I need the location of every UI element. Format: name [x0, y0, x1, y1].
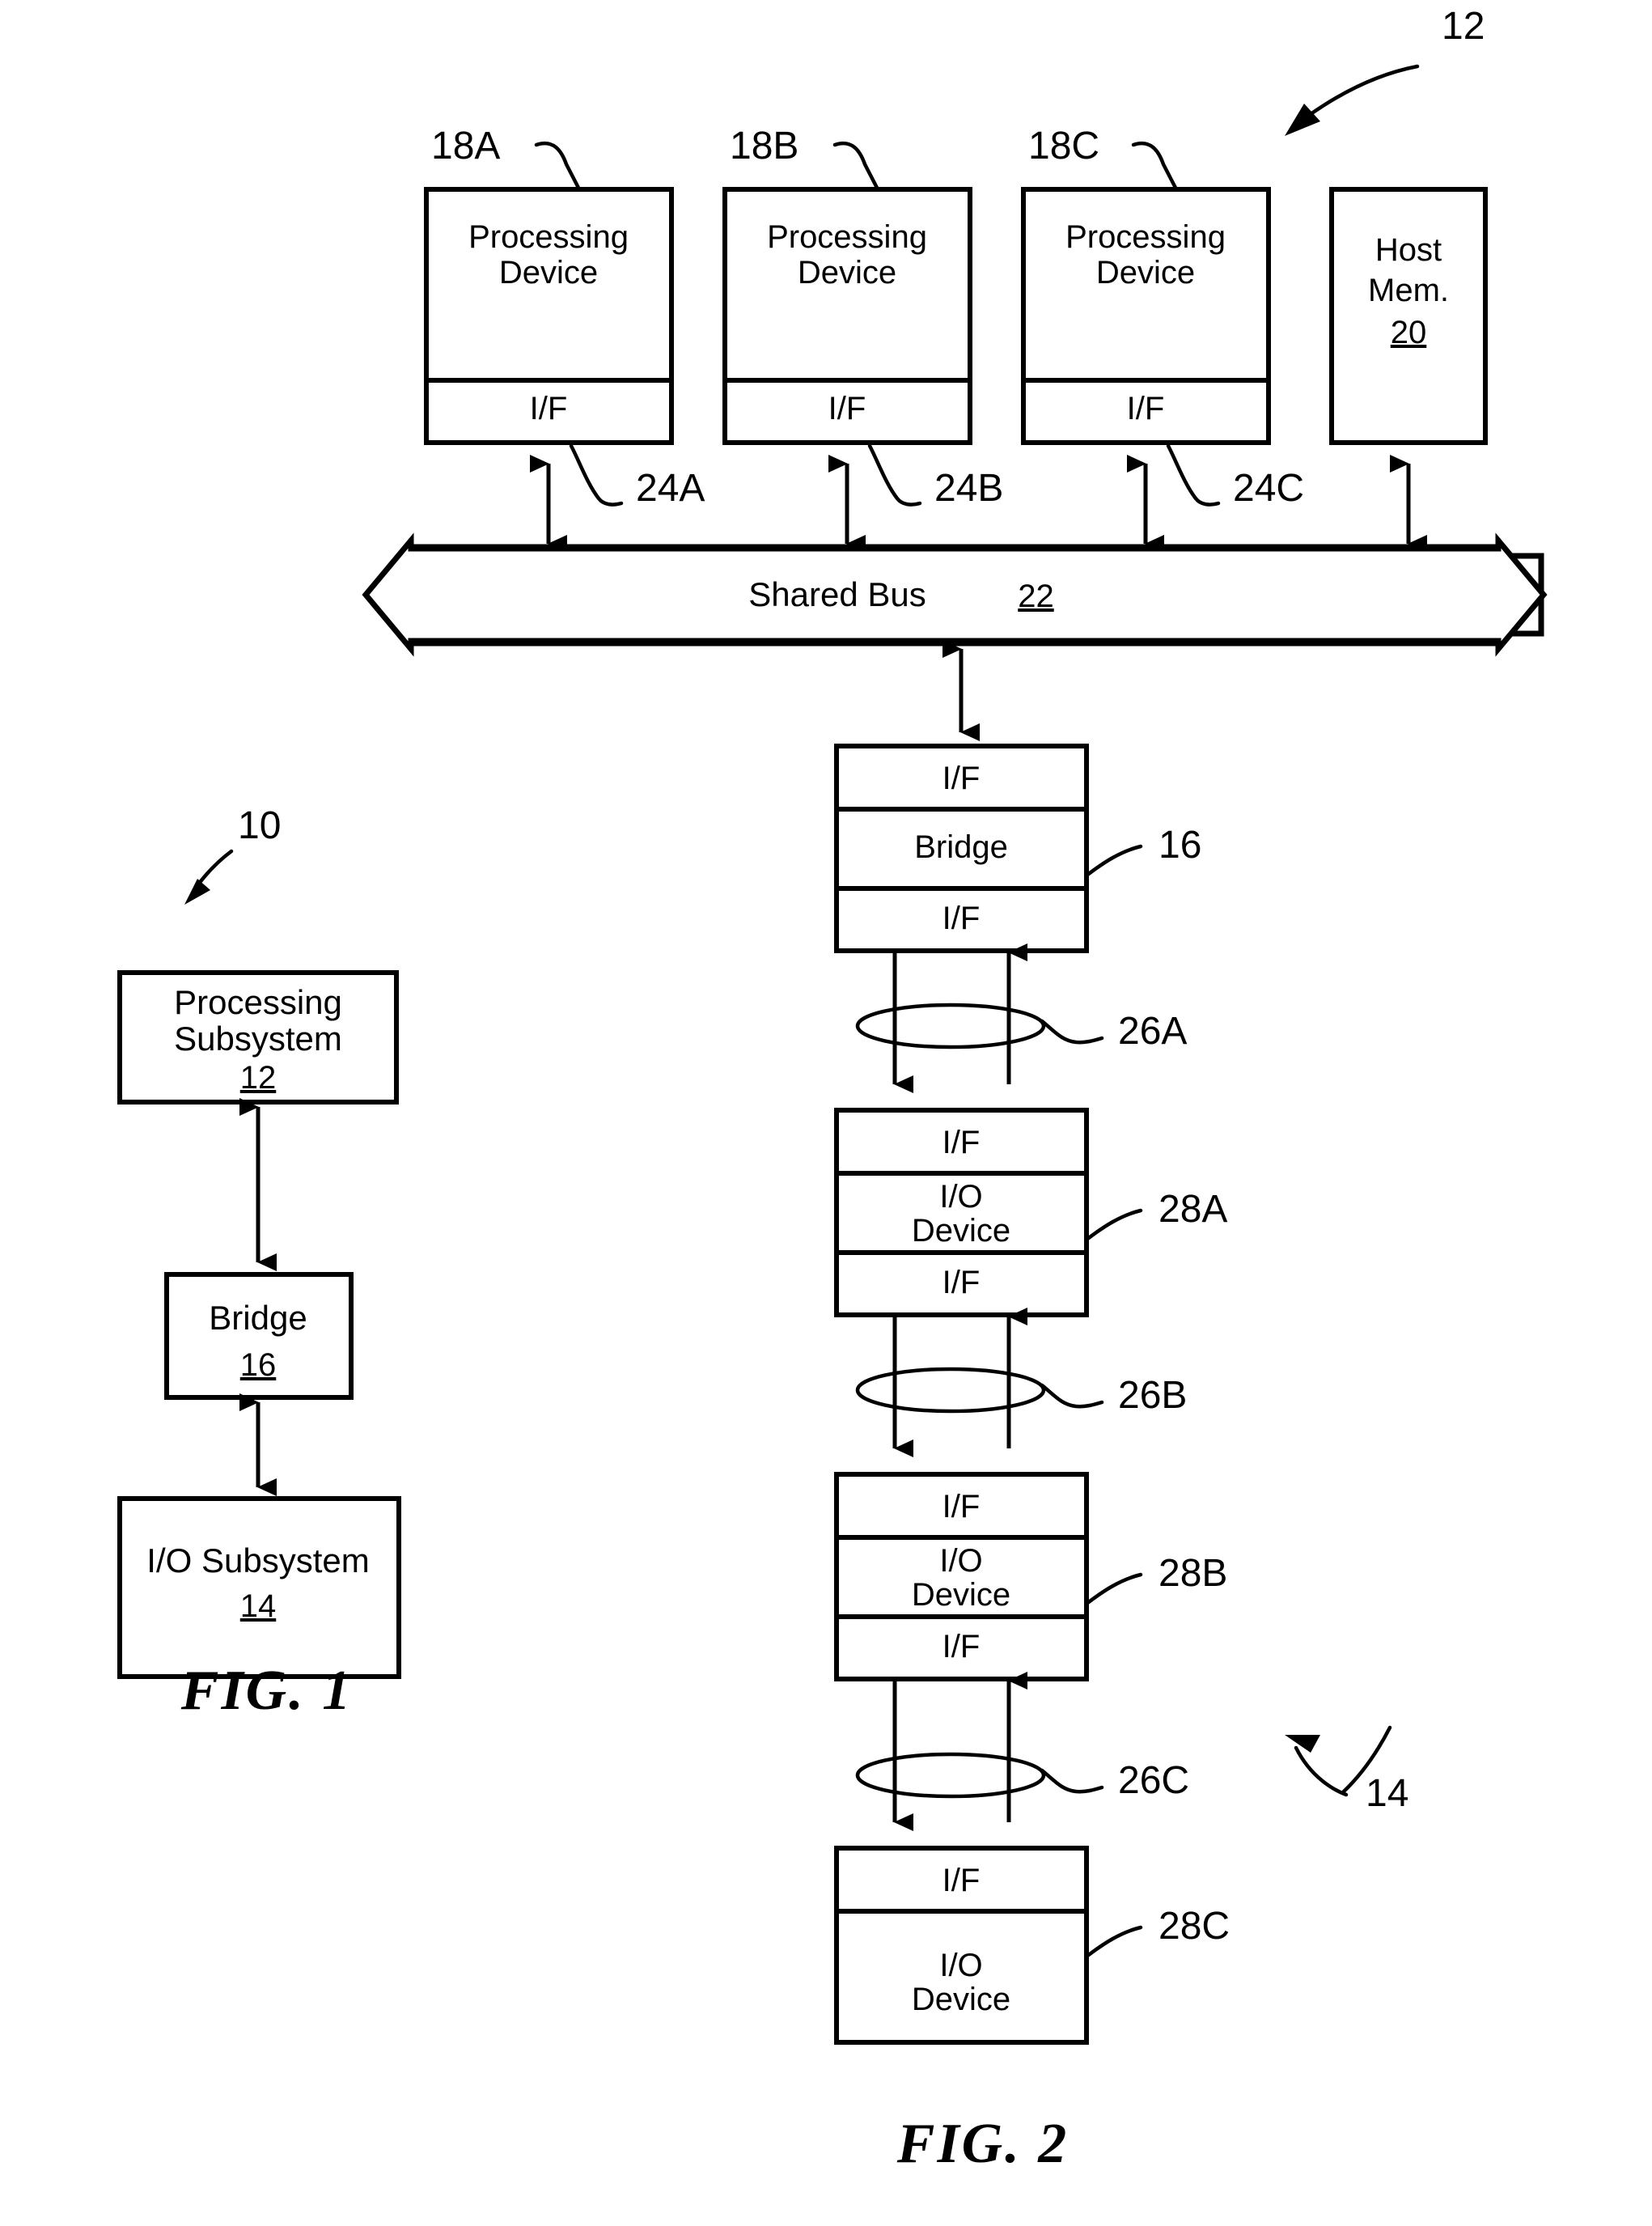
bridge-block-fig2: I/F Bridge I/F 16	[834, 744, 1201, 953]
ref-26a-label: 26A	[1118, 1010, 1187, 1053]
io-28a-iface-top-label: I/F	[942, 1125, 981, 1160]
pd-18c-iface-label: I/F	[1127, 391, 1165, 426]
ref-16-label-fig2: 16	[1159, 824, 1201, 867]
shared-bus-ref: 22	[1018, 579, 1054, 614]
fig1-block2-line1: I/O Subsystem	[146, 1541, 369, 1579]
io-28c-line1: I/O	[939, 1948, 982, 1983]
io-device-28b: I/F I/O Device I/F 28B	[834, 1472, 1227, 1681]
bridge-iface-bottom-label: I/F	[942, 901, 981, 936]
link-26a: 26A	[855, 943, 1187, 1093]
ref-18b-label: 18B	[730, 125, 798, 167]
io-28a-line2: Device	[912, 1213, 1010, 1249]
fig1-block0-line1: Processing	[174, 983, 342, 1021]
link-26c: 26C	[855, 1672, 1189, 1831]
bridge-iface-top-label: I/F	[942, 761, 981, 796]
shared-bus: Shared Bus 22	[362, 532, 1548, 657]
fig1-block1-line1: Bridge	[209, 1299, 307, 1337]
bridge-label: Bridge	[914, 829, 1008, 865]
fig1-block1-ref: 16	[240, 1347, 277, 1383]
ref-18a-label: 18A	[431, 125, 500, 167]
fig1-bridge-block: Bridge 16	[164, 1272, 354, 1400]
pd-18c-line2: Device	[1096, 255, 1195, 290]
io-28c-line2: Device	[912, 1982, 1010, 2017]
host-mem-ref: 20	[1391, 315, 1427, 350]
ref-10-label: 10	[238, 804, 281, 847]
fig1-ref-10-callout: 10	[184, 804, 281, 905]
fig2-ref-14-callout: 14	[1285, 1725, 1408, 1815]
io-28c-iface-top-label: I/F	[942, 1863, 981, 1898]
io-28b-iface-top-label: I/F	[942, 1489, 981, 1524]
pd-18b-iface-label: I/F	[828, 391, 866, 426]
processing-device-18a: Processing Device I/F 18A	[424, 125, 674, 445]
fig1-io-subsystem-block: I/O Subsystem 14	[117, 1496, 401, 1679]
ref-18c-label: 18C	[1028, 125, 1099, 167]
ref-28b-label: 28B	[1159, 1552, 1227, 1595]
pd-18c-line1: Processing	[1065, 219, 1226, 255]
io-28b-iface-bottom-label: I/F	[942, 1629, 981, 1664]
fig1-block0-line2: Subsystem	[174, 1020, 342, 1058]
bus-link-24a: 24A	[530, 443, 705, 553]
pd-18a-line2: Device	[499, 255, 598, 290]
ref-26c-label: 26C	[1118, 1759, 1189, 1802]
ref-26b-label: 26B	[1118, 1374, 1187, 1417]
fig2-caption: FIG. 2	[896, 2113, 1069, 2175]
pd-18b-line2: Device	[798, 255, 896, 290]
host-mem-line1: Host	[1375, 232, 1442, 268]
processing-device-18c: Processing Device I/F 18C	[1021, 125, 1271, 445]
shared-bus-label: Shared Bus	[748, 575, 926, 613]
bus-link-24b: 24B	[828, 443, 1003, 553]
io-device-28c: I/F I/O Device 28C	[834, 1846, 1230, 2045]
pd-18b-line1: Processing	[767, 219, 927, 255]
ref-24a-label: 24A	[636, 467, 705, 510]
host-memory-block: Host Mem. 20	[1329, 187, 1488, 445]
ref-14-label-fig2: 14	[1366, 1772, 1408, 1815]
pd-18a-iface-label: I/F	[530, 391, 568, 426]
ref-24c-label: 24C	[1233, 467, 1304, 510]
link-26b: 26B	[855, 1308, 1187, 1457]
patent-drawing-sheet: 12 Processing Device I/F 18A Processing …	[0, 0, 1652, 2226]
fig2-ref-12-callout: 12	[1285, 5, 1485, 136]
fig1-caption: FIG. 1	[180, 1660, 353, 1722]
io-28a-iface-bottom-label: I/F	[942, 1265, 981, 1300]
processing-device-18b: Processing Device I/F 18B	[722, 125, 972, 445]
fig1-processing-subsystem-block: Processing Subsystem 12	[117, 970, 399, 1105]
pd-18a-line1: Processing	[468, 219, 629, 255]
ref-12-label: 12	[1442, 5, 1485, 48]
io-28b-line2: Device	[912, 1577, 1010, 1613]
ref-28c-label: 28C	[1159, 1905, 1230, 1948]
fig1-block2-ref: 14	[240, 1588, 277, 1624]
host-mem-line2: Mem.	[1368, 273, 1449, 308]
io-28a-line1: I/O	[939, 1179, 982, 1215]
ref-28a-label: 28A	[1159, 1188, 1227, 1231]
io-28b-line1: I/O	[939, 1543, 982, 1579]
io-device-28a: I/F I/O Device I/F 28A	[834, 1108, 1227, 1317]
fig1-block0-ref: 12	[240, 1060, 277, 1096]
ref-24b-label: 24B	[934, 467, 1003, 510]
bus-link-24c: 24C	[1127, 443, 1304, 553]
